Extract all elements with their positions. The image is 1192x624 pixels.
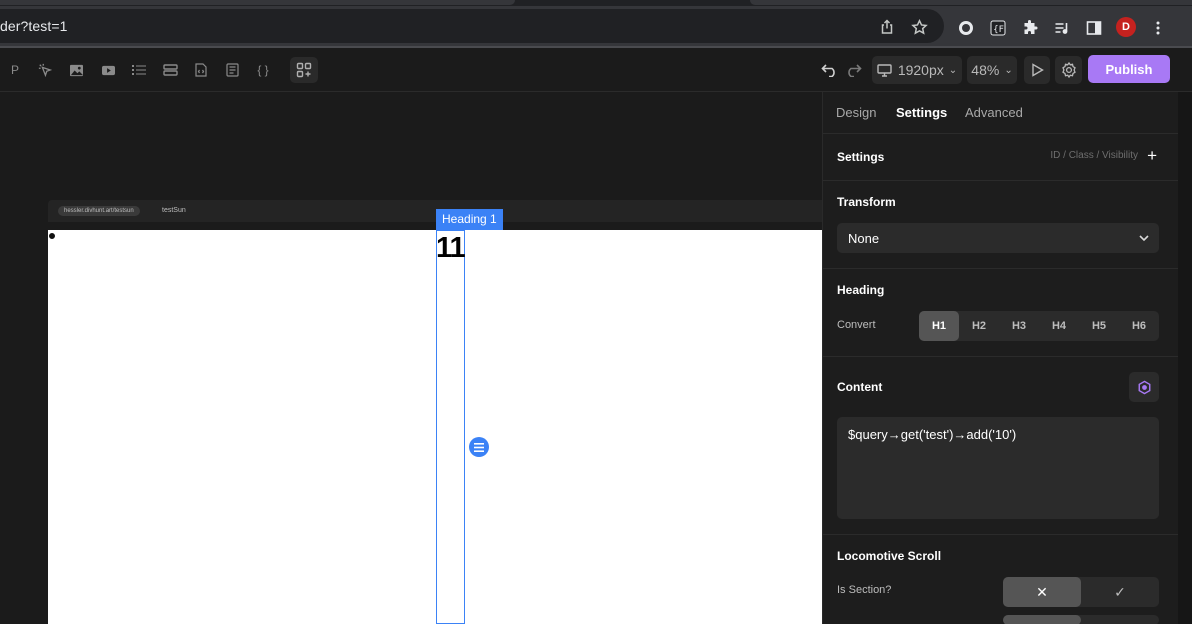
is-section-label: Is Section? — [837, 584, 892, 596]
section-title: Content — [837, 380, 883, 394]
heading-level-h4[interactable]: H4 — [1039, 311, 1079, 341]
canvas[interactable]: hessler.divhunt.art/testsun testSun 11 — [0, 92, 822, 624]
puzzle-icon[interactable] — [1021, 19, 1039, 37]
element-handle[interactable] — [469, 437, 489, 457]
media-queue-icon[interactable] — [1053, 19, 1071, 37]
settings-section: Settings ID / Class / Visibility + — [823, 135, 1179, 181]
panel-tabs: Design Settings Advanced — [823, 92, 1179, 134]
preview-button[interactable] — [1024, 56, 1050, 84]
next-toggle — [1003, 615, 1159, 624]
heading-element[interactable]: 11 — [436, 232, 466, 265]
gear-icon — [1061, 62, 1077, 78]
tab-settings[interactable]: Settings — [896, 105, 947, 120]
browser-toolbar: der?test=1 {F D — [0, 6, 1192, 46]
tab-advanced[interactable]: Advanced — [965, 105, 1023, 120]
address-url[interactable]: der?test=1 — [0, 18, 68, 34]
share-icon[interactable] — [878, 18, 896, 36]
video-icon[interactable] — [99, 61, 117, 79]
transform-select[interactable]: None — [837, 223, 1159, 253]
code-braces-icon[interactable]: { } — [254, 61, 272, 79]
transform-value: None — [848, 231, 880, 246]
builder-toolbar: P { } 1920px ⌄ 48% ⌄ Publish — [0, 48, 1192, 92]
profile-avatar[interactable]: D — [1116, 17, 1136, 37]
heading-level-h3[interactable]: H3 — [999, 311, 1039, 341]
text-block-icon[interactable] — [223, 61, 241, 79]
check-icon[interactable]: ✓ — [1081, 577, 1159, 607]
heading-section: Heading Convert H1 H2 H3 H4 H5 H6 — [823, 269, 1179, 357]
next-toggle-off[interactable] — [1003, 615, 1081, 624]
page-anchor-dot[interactable] — [48, 232, 56, 240]
convert-label: Convert — [837, 319, 876, 331]
cursor-click-icon[interactable] — [36, 61, 54, 79]
screen: der?test=1 {F D P {} 1920px ⌄ 48% ⌄ Pub… — [0, 0, 1192, 624]
section-title: Transform — [837, 195, 896, 209]
section-icon[interactable] — [161, 61, 179, 79]
section-title: Locomotive Scroll — [837, 549, 942, 563]
redo-icon[interactable] — [843, 61, 863, 79]
image-icon[interactable] — [67, 61, 85, 79]
panel-scrollbar[interactable] — [1178, 92, 1192, 624]
monitor-icon — [877, 63, 892, 77]
content-textarea[interactable]: $query→get('test')→add('10') — [837, 417, 1159, 519]
grid-plus-icon — [296, 62, 312, 83]
add-element-button[interactable] — [290, 57, 318, 83]
heading-level-h6[interactable]: H6 — [1119, 311, 1159, 341]
svg-text:{F: {F — [993, 25, 1004, 35]
play-icon — [1031, 63, 1044, 77]
browser-tab[interactable] — [750, 0, 1192, 5]
page-preview[interactable]: 11 — [48, 230, 822, 624]
settings-button[interactable] — [1055, 56, 1082, 84]
section-title: Settings — [837, 150, 885, 164]
is-section-toggle: ✕ ✓ — [1003, 577, 1159, 607]
properties-panel: Design Settings Advanced Settings ID / C… — [822, 92, 1179, 624]
heading-level-selector: H1 H2 H3 H4 H5 H6 — [919, 311, 1159, 341]
chevron-down-icon — [1138, 228, 1150, 247]
frame-url[interactable]: hessler.divhunt.art/testsun — [58, 206, 140, 216]
heading-level-h2[interactable]: H2 — [959, 311, 999, 341]
section-title: Heading — [837, 283, 885, 297]
locomotive-section: Locomotive Scroll Is Section? ✕ ✓ — [823, 535, 1179, 624]
frame-label: testSun — [162, 207, 186, 214]
side-panel-icon[interactable] — [1085, 19, 1103, 37]
selected-element-tag[interactable]: Heading 1 — [436, 209, 503, 230]
chevron-down-icon: ⌄ — [948, 64, 958, 76]
heading-level-h5[interactable]: H5 — [1079, 311, 1119, 341]
dynamic-data-button[interactable] — [1129, 372, 1159, 402]
star-icon[interactable] — [910, 18, 928, 36]
plus-icon[interactable]: + — [1147, 147, 1157, 164]
paragraph-icon[interactable]: P — [6, 61, 24, 79]
settings-meta[interactable]: ID / Class / Visibility — [1050, 150, 1138, 161]
viewport-value: 1920px — [897, 62, 944, 78]
heading-level-h1[interactable]: H1 — [919, 311, 959, 341]
selected-element-outline[interactable] — [436, 230, 465, 624]
undo-icon[interactable] — [820, 61, 840, 79]
zoom-select[interactable]: 48% ⌄ — [967, 56, 1017, 84]
extension-icon[interactable] — [957, 19, 975, 37]
hexagon-icon — [1137, 380, 1152, 395]
list-icon[interactable] — [130, 61, 148, 79]
content-section: Content $query→get('test')→add('10') — [823, 357, 1179, 535]
extension-icon[interactable]: {F — [989, 19, 1007, 37]
menu-icon — [474, 442, 484, 452]
publish-button[interactable]: Publish — [1088, 55, 1170, 83]
tab-design[interactable]: Design — [836, 105, 876, 120]
transform-section: Transform None — [823, 181, 1179, 269]
code-file-icon[interactable] — [192, 61, 210, 79]
browser-tab[interactable] — [0, 0, 515, 5]
more-menu-icon[interactable] — [1149, 19, 1167, 37]
address-bar[interactable]: der?test=1 — [0, 9, 944, 43]
viewport-select[interactable]: 1920px ⌄ — [872, 56, 962, 84]
frame-header: hessler.divhunt.art/testsun testSun — [48, 200, 822, 222]
zoom-value: 48% — [971, 62, 1000, 78]
close-icon[interactable]: ✕ — [1003, 577, 1081, 607]
chevron-down-icon: ⌄ — [1004, 64, 1013, 76]
